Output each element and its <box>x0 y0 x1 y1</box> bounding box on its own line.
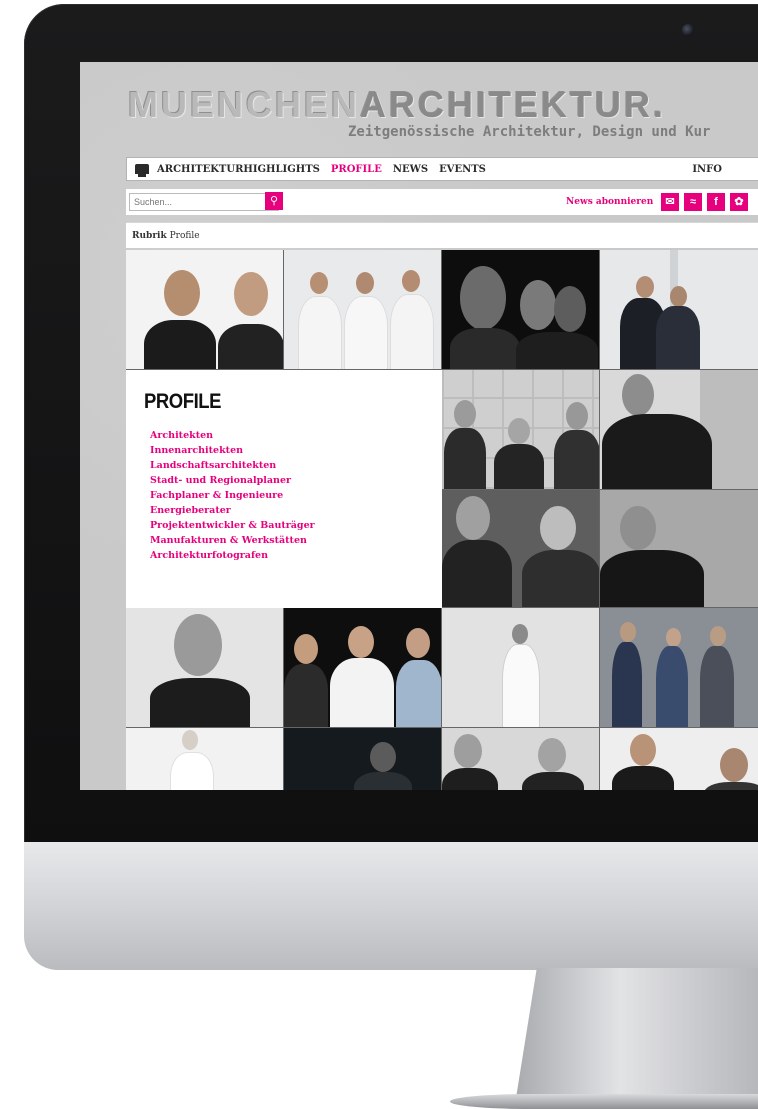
nav-item-profile[interactable]: PROFILE <box>331 164 382 175</box>
monitor-stand <box>516 968 758 1098</box>
camera-icon <box>682 24 694 36</box>
profile-photo-tile[interactable] <box>284 728 442 790</box>
profile-panel: PROFILE Architekten Innenarchitekten Lan… <box>126 370 442 608</box>
subscribe-label[interactable]: News abonnieren <box>566 197 653 207</box>
home-icon[interactable] <box>135 164 149 177</box>
profile-photo-tile[interactable] <box>600 728 758 790</box>
category-link[interactable]: Architekturfotografen <box>150 548 315 563</box>
toolbar: ⚲ News abonnieren ✉ ≈ f ✿ <box>126 189 758 215</box>
profile-photo-tile[interactable] <box>442 728 600 790</box>
breadcrumb-label: Rubrik <box>132 231 167 241</box>
monitor-chin <box>24 842 758 970</box>
category-link[interactable]: Energieberater <box>150 503 315 518</box>
category-link[interactable]: Architekten <box>150 428 315 443</box>
profile-photo-tile[interactable] <box>284 250 442 370</box>
profile-photo-tile[interactable] <box>442 608 600 728</box>
site-logo[interactable]: MUENCHENARCHITEKTUR. <box>128 84 666 126</box>
profile-photo-tile[interactable] <box>284 608 442 728</box>
category-link[interactable]: Manufakturen & Werkstätten <box>150 533 315 548</box>
profile-photo-tile[interactable] <box>600 490 758 608</box>
profile-photo-tile[interactable] <box>442 370 600 490</box>
site-tagline: Zeitgenössische Architektur, Design und … <box>348 124 711 140</box>
nav-item-highlights[interactable]: ARCHITEKTURHIGHLIGHTS <box>157 164 320 175</box>
search-icon[interactable]: ⚲ <box>265 192 283 210</box>
nav-item-info[interactable]: INFO <box>692 164 722 175</box>
profile-category-list: Architekten Innenarchitekten Landschafts… <box>150 428 315 563</box>
profile-photo-tile[interactable] <box>126 728 284 790</box>
category-link[interactable]: Projektentwickler & Bauträger <box>150 518 315 533</box>
logo-dark-text: ARCHITEKTUR. <box>360 84 666 125</box>
facebook-icon[interactable]: f <box>707 193 725 211</box>
profile-photo-tile[interactable] <box>442 250 600 370</box>
mail-icon[interactable]: ✉ <box>661 193 679 211</box>
nav-item-events[interactable]: EVENTS <box>439 164 486 175</box>
profile-photo-tile[interactable] <box>600 250 758 370</box>
monitor-foot <box>450 1094 758 1109</box>
profile-title: PROFILE <box>144 390 222 413</box>
screen: MUENCHENARCHITEKTUR. Zeitgenössische Arc… <box>80 62 758 790</box>
nav-item-news[interactable]: NEWS <box>393 164 428 175</box>
profile-photo-tile[interactable] <box>126 250 284 370</box>
rss-icon[interactable]: ≈ <box>684 193 702 211</box>
breadcrumb-value: Profile <box>169 231 200 241</box>
profile-photo-tile[interactable] <box>600 608 758 728</box>
profile-photo-tile[interactable] <box>600 370 758 490</box>
category-link[interactable]: Landschaftsarchitekten <box>150 458 315 473</box>
profile-photo-tile[interactable] <box>126 608 284 728</box>
category-link[interactable]: Stadt- und Regionalplaner <box>150 473 315 488</box>
search-input[interactable] <box>129 193 279 211</box>
breadcrumb: Rubrik Profile <box>126 222 758 248</box>
category-link[interactable]: Innenarchitekten <box>150 443 315 458</box>
category-link[interactable]: Fachplaner & Ingenieure <box>150 488 315 503</box>
logo-light-text: MUENCHEN <box>128 84 361 125</box>
profile-photo-grid: PROFILE Architekten Innenarchitekten Lan… <box>126 250 758 790</box>
profile-photo-tile[interactable] <box>442 490 600 608</box>
twitter-icon[interactable]: ✿ <box>730 193 748 211</box>
main-nav: ARCHITEKTURHIGHLIGHTS PROFILE NEWS EVENT… <box>126 157 758 181</box>
